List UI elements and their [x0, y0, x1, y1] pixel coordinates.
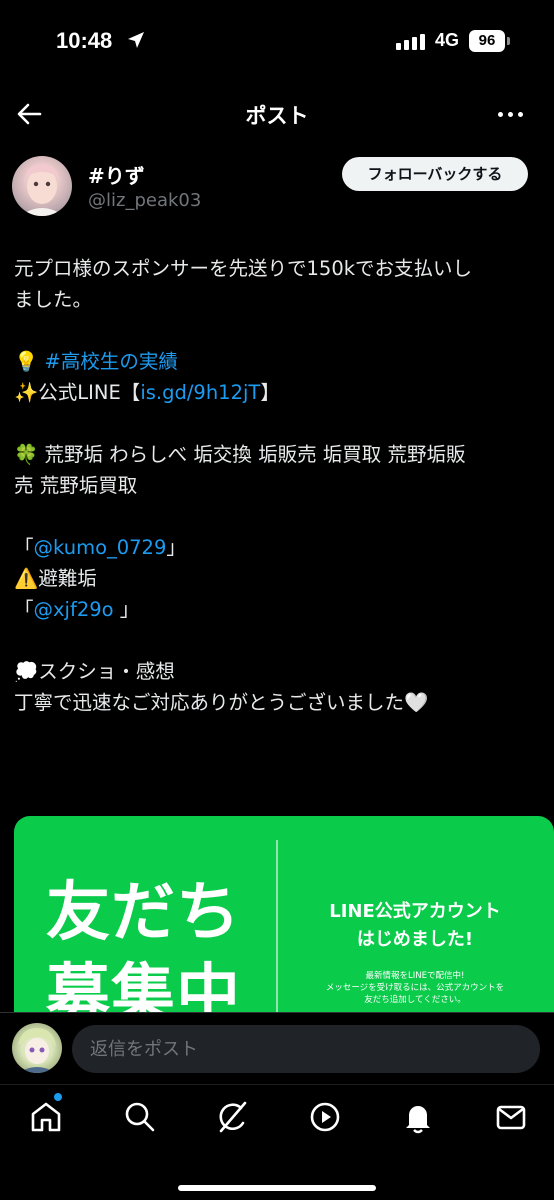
image-title: LINE公式アカウント はじめました! — [296, 898, 534, 954]
grok-icon[interactable] — [214, 1099, 250, 1135]
location-arrow-icon — [128, 32, 144, 48]
post-line-text: 元プロ様のスポンサーを先送りで150kでお支払いし — [14, 257, 473, 280]
mention-link[interactable]: @kumo_0729 — [34, 536, 167, 559]
reply-bar — [0, 1012, 554, 1084]
page-title: ポスト — [245, 104, 309, 128]
avatar-portrait — [20, 164, 64, 216]
post-line: 💭スクショ・感想 — [14, 656, 544, 687]
bracket-text: 」 — [113, 598, 140, 621]
top-navigation: ポスト — [0, 84, 554, 144]
search-icon[interactable] — [122, 1099, 158, 1135]
post-line-text: 「 — [14, 536, 34, 559]
post-line — [14, 501, 544, 532]
bottom-tab-bar — [0, 1084, 554, 1200]
image-headline-line: 募集中 — [46, 958, 241, 1012]
image-caption-line: 友だち追加してください。 — [364, 995, 466, 1005]
post-line: ⚠️避難垢 — [14, 563, 544, 594]
post-image[interactable]: 友だち 募集中 LINE公式アカウント はじめました! 最新情報をLINEで配信… — [14, 816, 554, 1012]
image-headline: 友だち 募集中 — [46, 872, 241, 1012]
hashtag-link[interactable]: #高校生の実績 — [44, 350, 177, 373]
image-caption: 最新情報をLINEで配信中! メッセージを受け取るには、公式アカウントを 友だち… — [304, 970, 526, 1006]
post-line-text: 💡 — [14, 350, 45, 373]
post-line-text: 売 荒野垢買取 — [14, 474, 138, 497]
image-title-line: LINE公式アカウント — [329, 901, 501, 922]
cellular-signal-icon — [396, 34, 425, 50]
post-text: 元プロ様のスポンサーを先送りで150kでお支払いし ました。 💡 #高校生の実績… — [14, 253, 544, 718]
image-title-line: はじめました! — [356, 929, 474, 950]
post-line-text: ⚠️避難垢 — [14, 567, 97, 590]
post-line-text: ✨公式LINE【 — [14, 381, 141, 404]
post-line: 「@kumo_0729」 — [14, 532, 544, 563]
network-type: 4G — [435, 30, 460, 50]
post-line: 💡 #高校生の実績 — [14, 346, 544, 377]
home-notification-badge — [54, 1093, 62, 1101]
reply-input[interactable] — [72, 1025, 540, 1073]
post-line: ました。 — [14, 284, 544, 315]
image-caption-line: 最新情報をLINEで配信中! — [365, 971, 465, 981]
battery-tip — [507, 37, 510, 45]
video-icon[interactable] — [307, 1099, 343, 1135]
post-line-text: 丁寧で迅速なご対応ありがとうございました🤍 — [14, 691, 429, 714]
image-divider — [276, 840, 278, 1012]
battery-indicator: 96 — [469, 30, 505, 52]
post-line-text: 💭スクショ・感想 — [14, 660, 175, 683]
post-line-text: 「 — [14, 598, 34, 621]
mention-link[interactable]: @xjf29o — [34, 598, 114, 621]
avatar-portrait — [18, 1027, 56, 1073]
more-horizontal-icon[interactable] — [498, 112, 523, 117]
messages-mail-icon[interactable] — [493, 1099, 529, 1135]
post-line-text: 🍀 荒野垢 わらしべ 垢交換 垢販売 垢買取 荒野垢販 — [14, 443, 466, 466]
post-line-text: ました。 — [14, 288, 93, 311]
post-line: 丁寧で迅速なご対応ありがとうございました🤍 — [14, 687, 544, 718]
post-line: 「@xjf29o 」 — [14, 594, 544, 625]
post-line — [14, 625, 544, 656]
post-line: 🍀 荒野垢 わらしべ 垢交換 垢販売 垢買取 荒野垢販 — [14, 439, 544, 470]
home-indicator[interactable] — [178, 1185, 376, 1191]
follow-back-button[interactable]: フォローバックする — [342, 157, 528, 191]
bracket-text: 」 — [166, 536, 186, 559]
line-url-link[interactable]: is.gd/9h12jT — [140, 381, 260, 404]
current-user-avatar[interactable] — [12, 1023, 62, 1073]
status-bar: 10:48 4G 96 — [0, 0, 554, 84]
author-display-name[interactable]: #りず — [88, 160, 145, 189]
image-caption-line: メッセージを受け取るには、公式アカウントを — [325, 983, 505, 993]
image-headline-line: 友だち — [46, 876, 241, 950]
post-line — [14, 408, 544, 439]
post-line — [14, 315, 544, 346]
author-handle[interactable]: @liz_peak03 — [88, 190, 201, 211]
bracket-text: 】 — [260, 381, 280, 404]
post-line: ✨公式LINE【is.gd/9h12jT】 — [14, 377, 544, 408]
status-time: 10:48 — [56, 28, 113, 53]
post-line: 元プロ様のスポンサーを先送りで150kでお支払いし — [14, 253, 544, 284]
author-avatar[interactable] — [12, 156, 72, 216]
post-line: 売 荒野垢買取 — [14, 470, 544, 501]
home-icon[interactable] — [28, 1099, 64, 1135]
notifications-bell-icon[interactable] — [400, 1099, 436, 1135]
